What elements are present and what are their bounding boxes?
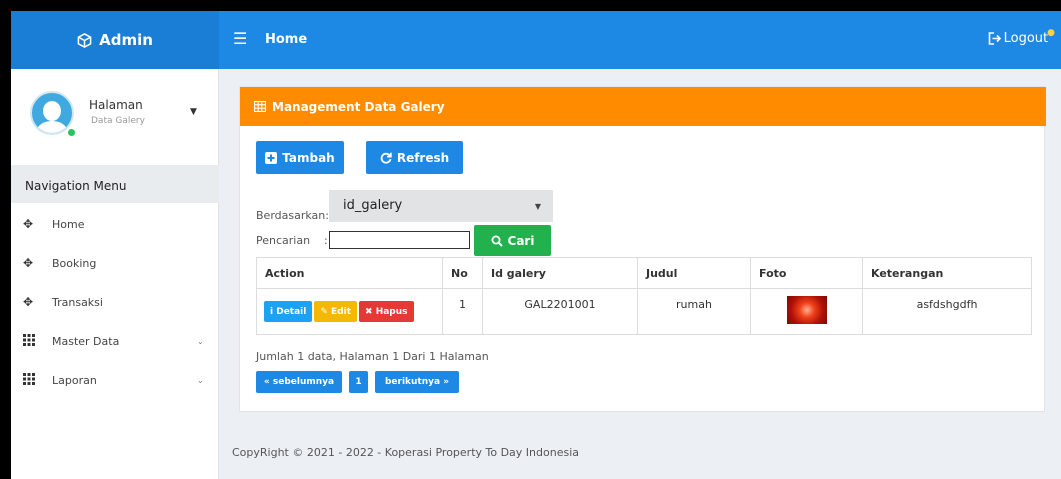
app-window: Admin ☰ Home Logout ● Halaman Data Galer… [11, 11, 1061, 479]
table-header-row: Action No Id galery Judul Foto Keteranga… [256, 257, 1032, 289]
detail-button[interactable]: i Detail [264, 301, 313, 322]
logout-button[interactable]: Logout ● [988, 27, 1055, 46]
cari-button[interactable]: Cari [474, 225, 551, 256]
col-header-no: No [442, 257, 483, 289]
action-cell: i Detail ✎ Edit ✖ Hapus [256, 288, 443, 335]
sidebar-item-laporan[interactable]: Laporan ⌄ [11, 361, 219, 399]
user-panel[interactable]: Halaman Data Galery ▼ [11, 69, 219, 163]
panel-header: Management Data Galery [240, 87, 1046, 126]
sidebar-item-booking[interactable]: ✥ Booking [11, 244, 219, 282]
gallery-table: Action No Id galery Judul Foto Keteranga… [256, 257, 1032, 335]
filter-select-value: id_galery [343, 198, 403, 213]
edit-button[interactable]: ✎ Edit [314, 301, 358, 322]
user-name: Halaman [89, 98, 143, 112]
hamburger-menu-icon[interactable]: ☰ [233, 29, 247, 48]
next-page-button[interactable]: berikutnya » [375, 371, 459, 393]
prev-page-button[interactable]: « sebelumnya [256, 371, 342, 393]
refresh-icon [380, 152, 392, 164]
content-panel: Management Data Galery Tambah Refresh Be… [239, 86, 1046, 412]
pagination-summary: Jumlah 1 data, Halaman 1 Dari 1 Halaman [256, 350, 489, 363]
sidebar-item-transaksi[interactable]: ✥ Transaksi [11, 283, 219, 321]
notification-dot-icon: ● [1047, 27, 1055, 38]
chevron-down-icon: ⌄ [197, 375, 204, 385]
sidebar-item-label: Booking [52, 256, 97, 270]
panel-title: Management Data Galery [272, 99, 445, 114]
search-icon [491, 235, 503, 247]
cell-keterangan: asfdshgdfh [862, 288, 1032, 335]
move-icon: ✥ [23, 217, 34, 231]
grid-icon [23, 372, 35, 388]
search-label-colon: : [324, 234, 328, 247]
filter-label: Berdasarkan: [256, 209, 329, 222]
search-label: Pencarian [256, 234, 311, 247]
brand-text: Admin [99, 31, 153, 49]
sidebar-item-home[interactable]: ✥ Home [11, 205, 219, 243]
col-header-id: Id galery [482, 257, 638, 289]
col-header-keterangan: Keterangan [862, 257, 1032, 289]
page-1-button[interactable]: 1 [349, 371, 368, 393]
cell-id: GAL2201001 [482, 288, 638, 335]
refresh-button[interactable]: Refresh [366, 141, 463, 174]
top-navbar: Admin ☰ Home Logout ● [11, 11, 1061, 69]
sidebar-item-label: Home [52, 217, 85, 231]
sidebar-item-label: Laporan [52, 373, 97, 387]
move-icon: ✥ [23, 295, 34, 309]
search-input[interactable] [329, 231, 470, 249]
move-icon: ✥ [23, 256, 34, 270]
col-header-foto: Foto [750, 257, 863, 289]
grid-icon [23, 333, 35, 349]
sidebar-item-label: Master Data [52, 334, 120, 348]
edit-icon: ✎ [320, 306, 332, 317]
plus-square-icon [265, 151, 278, 164]
filter-select[interactable]: id_galery ▼ [329, 190, 553, 222]
sidebar-item-master-data[interactable]: Master Data ⌄ [11, 322, 219, 360]
cell-judul: rumah [637, 288, 751, 335]
tambah-button[interactable]: Tambah [256, 141, 344, 174]
logout-label: Logout [1003, 31, 1049, 46]
online-status-icon [67, 128, 76, 137]
sidebar: Halaman Data Galery ▼ Navigation Menu ✥ … [11, 69, 219, 479]
col-header-judul: Judul [637, 257, 751, 289]
sign-out-icon [988, 32, 1001, 45]
col-header-action: Action [256, 257, 443, 289]
nav-header: Navigation Menu [11, 165, 219, 203]
chevron-down-icon: ⌄ [197, 336, 204, 346]
caret-down-icon: ▼ [534, 202, 541, 211]
sidebar-item-label: Transaksi [52, 295, 103, 309]
close-icon: ✖ [365, 306, 376, 317]
footer-copyright: CopyRight © 2021 - 2022 - Koperasi Prope… [232, 446, 579, 459]
hapus-button[interactable]: ✖ Hapus [359, 301, 414, 322]
cube-icon [77, 32, 92, 48]
photo-thumbnail[interactable] [786, 296, 827, 324]
cell-no: 1 [442, 288, 483, 335]
caret-down-icon[interactable]: ▼ [190, 107, 197, 117]
page-title: Home [265, 32, 308, 47]
brand-logo[interactable]: Admin [11, 11, 219, 69]
table-row: i Detail ✎ Edit ✖ Hapus 1 GAL2201001 rum… [256, 288, 1032, 335]
user-role: Data Galery [91, 116, 145, 126]
table-icon [254, 101, 266, 112]
cell-foto [750, 288, 863, 335]
